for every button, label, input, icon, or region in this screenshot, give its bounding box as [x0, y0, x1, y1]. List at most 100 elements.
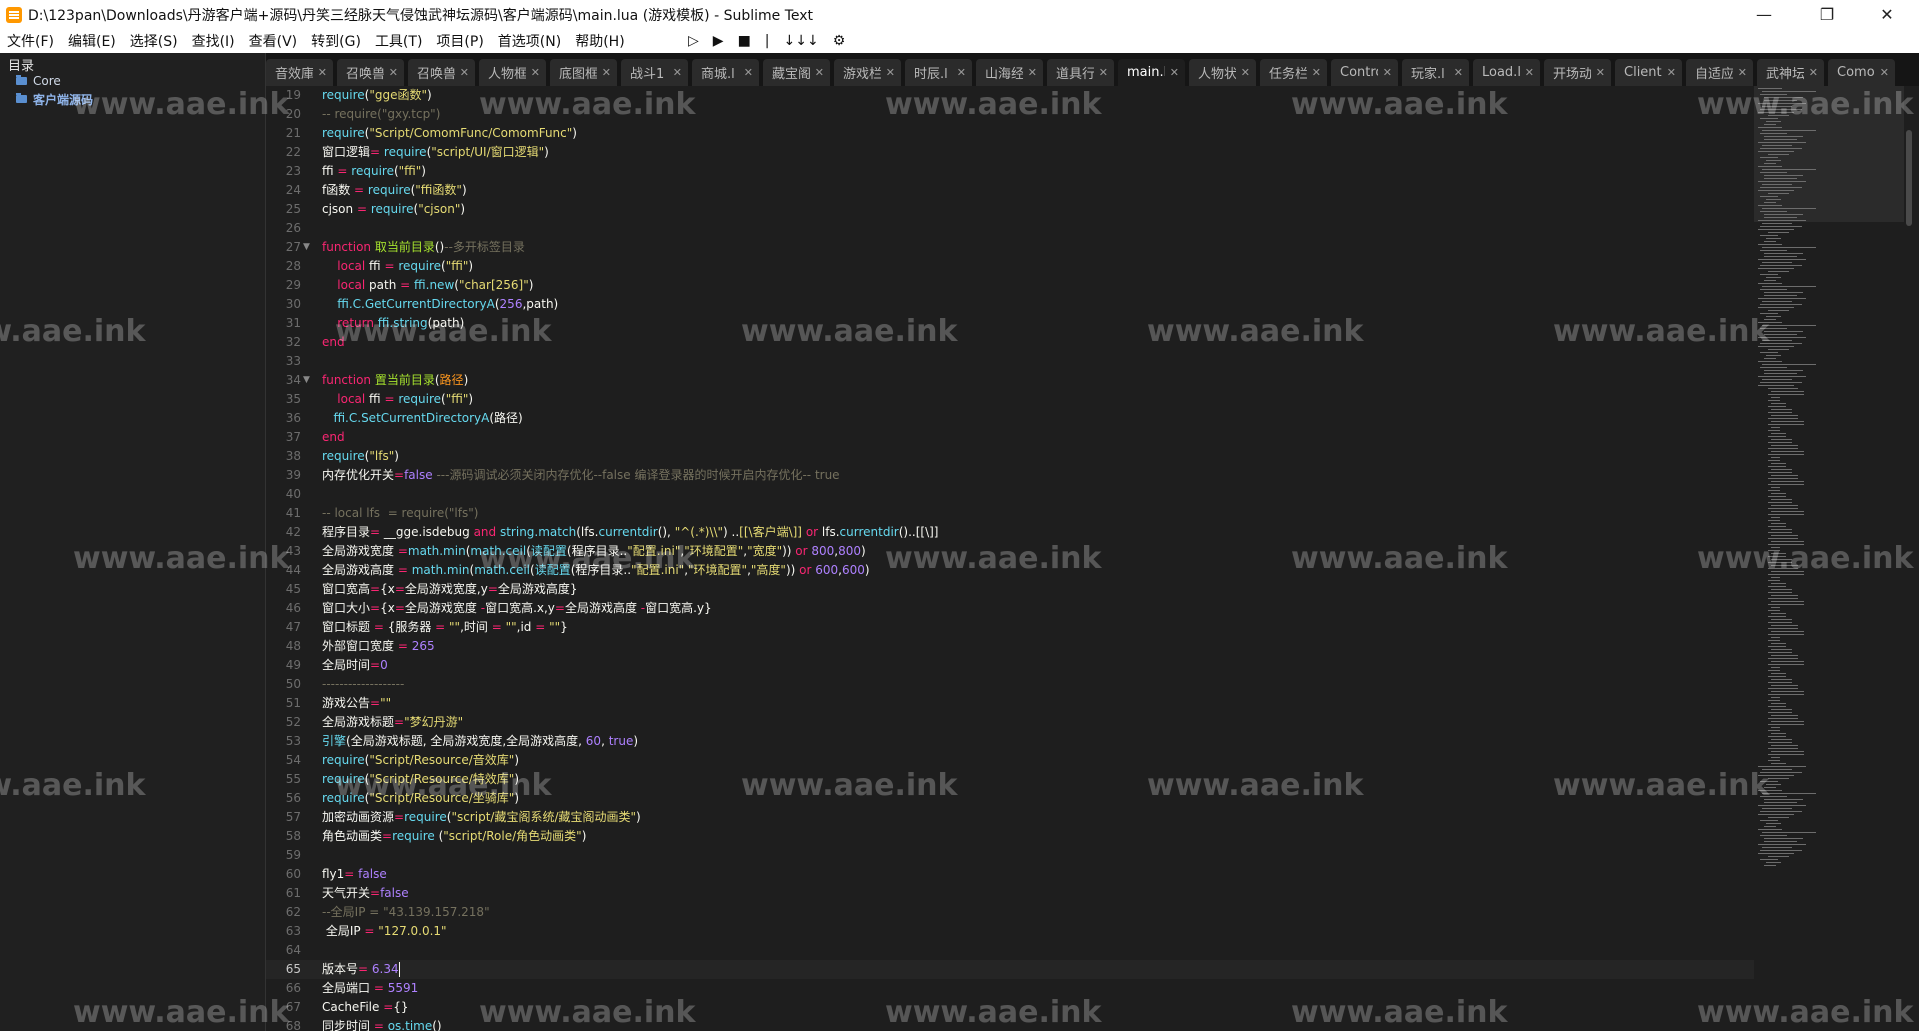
- code-line[interactable]: 42 程序目录= __gge.isdebug and string.match(l…: [266, 523, 1754, 542]
- close-icon[interactable]: ✕: [1596, 66, 1605, 79]
- tab[interactable]: 战斗1 ✕: [621, 59, 688, 86]
- code-line[interactable]: 58 角色动画类=require ("script/Role/角色动画类"): [266, 827, 1754, 846]
- code-line[interactable]: 57 加密动画资源=require("script/藏宝阁系统/藏宝阁动画类"): [266, 808, 1754, 827]
- code-line[interactable]: 27 ▼ function 取当前目录()--多开标签目录: [266, 238, 1754, 257]
- close-icon[interactable]: ✕: [1525, 66, 1534, 79]
- code-line[interactable]: 41 -- local lfs = require("lfs"): [266, 504, 1754, 523]
- tab[interactable]: 武神坛 ✕: [1757, 59, 1824, 86]
- code-line[interactable]: 38 require("lfs"): [266, 447, 1754, 466]
- close-icon[interactable]: ✕: [1099, 66, 1108, 79]
- close-icon[interactable]: ✕: [815, 66, 824, 79]
- close-icon[interactable]: ✕: [886, 66, 895, 79]
- code-line[interactable]: 23 ffi = require("ffi"): [266, 162, 1754, 181]
- tab[interactable]: 召唤兽 ✕: [408, 59, 475, 86]
- tab[interactable]: 自适应 ✕: [1686, 59, 1753, 86]
- restore-button[interactable]: ❐: [1804, 0, 1850, 29]
- menu-item-8[interactable]: 首选项(N): [491, 31, 568, 51]
- tab[interactable]: 山海经 ✕: [976, 59, 1043, 86]
- code-line[interactable]: 64: [266, 941, 1754, 960]
- close-icon[interactable]: ✕: [1241, 66, 1250, 79]
- minimize-button[interactable]: —: [1741, 0, 1787, 29]
- tab[interactable]: 底图框 ✕: [550, 59, 617, 86]
- tab[interactable]: 召唤兽 ✕: [337, 59, 404, 86]
- close-icon[interactable]: ✕: [460, 66, 469, 79]
- code-line[interactable]: 50 -------------------: [266, 675, 1754, 694]
- code-line[interactable]: 21 require("Script/ComomFunc/ComomFunc"): [266, 124, 1754, 143]
- code-line[interactable]: 45 窗口宽高={x=全局游戏宽度,y=全局游戏高度}: [266, 580, 1754, 599]
- code-line[interactable]: 39 内存优化开关=false ---源码调试必须关闭内存优化--false 编译…: [266, 466, 1754, 485]
- close-icon[interactable]: ✕: [318, 66, 327, 79]
- code-line[interactable]: 53 引擎(全局游戏标题, 全局游戏宽度,全局游戏高度, 60, true): [266, 732, 1754, 751]
- close-icon[interactable]: ✕: [1170, 66, 1179, 79]
- play-icon[interactable]: ▶: [713, 33, 724, 49]
- menu-item-2[interactable]: 选择(S): [123, 31, 185, 51]
- menu-item-7[interactable]: 项目(P): [429, 31, 490, 51]
- vertical-scrollbar[interactable]: [1906, 130, 1912, 226]
- code-line[interactable]: 26: [266, 219, 1754, 238]
- close-icon[interactable]: ✕: [1667, 66, 1676, 79]
- menu-item-3[interactable]: 查找(I): [185, 31, 242, 51]
- close-icon[interactable]: ✕: [602, 66, 611, 79]
- close-icon[interactable]: ✕: [957, 66, 966, 79]
- code-line[interactable]: 48 外部窗口宽度 = 265: [266, 637, 1754, 656]
- code-line[interactable]: 51 游戏公告="": [266, 694, 1754, 713]
- tab[interactable]: 藏宝阁 ✕: [763, 59, 830, 86]
- close-icon[interactable]: ✕: [1383, 66, 1392, 79]
- tab[interactable]: 任务栏 ✕: [1260, 59, 1327, 86]
- close-button[interactable]: ✕: [1864, 0, 1910, 29]
- code-line[interactable]: 24 f函数 = require("ffi函数"): [266, 181, 1754, 200]
- tab[interactable]: 玩家.l ✕: [1402, 59, 1469, 86]
- code-line[interactable]: 61 天气开关=false: [266, 884, 1754, 903]
- menu-item-1[interactable]: 编辑(E): [61, 31, 123, 51]
- tab[interactable]: 游戏栏 ✕: [834, 59, 901, 86]
- tab[interactable]: 人物状 ✕: [1189, 59, 1256, 86]
- menu-item-9[interactable]: 帮助(H): [568, 31, 631, 51]
- code-line[interactable]: 52 全局游戏标题="梦幻丹游": [266, 713, 1754, 732]
- step-icon[interactable]: ↓↓↓: [784, 33, 819, 49]
- code-line[interactable]: 35 local ffi = require("ffi"): [266, 390, 1754, 409]
- close-icon[interactable]: ✕: [1738, 66, 1747, 79]
- fold-arrow-icon[interactable]: ▼: [303, 371, 310, 390]
- code-line[interactable]: 33: [266, 352, 1754, 371]
- stop-icon[interactable]: ■: [738, 33, 751, 49]
- tab[interactable]: 开场动 ✕: [1544, 59, 1611, 86]
- code-line[interactable]: 25 cjson = require("cjson"): [266, 200, 1754, 219]
- code-line[interactable]: 29 local path = ffi.new("char[256]"): [266, 276, 1754, 295]
- code-line[interactable]: 60 fly1= false: [266, 865, 1754, 884]
- code-line[interactable]: 40: [266, 485, 1754, 504]
- close-icon[interactable]: ✕: [1809, 66, 1818, 79]
- tab[interactable]: Load.lu ✕: [1473, 59, 1540, 86]
- close-icon[interactable]: ✕: [1028, 66, 1037, 79]
- close-icon[interactable]: ✕: [744, 66, 753, 79]
- code-line[interactable]: 65 版本号= 6.34: [266, 960, 1754, 979]
- close-icon[interactable]: ✕: [1454, 66, 1463, 79]
- tab[interactable]: 人物框 ✕: [479, 59, 546, 86]
- close-icon[interactable]: ✕: [1312, 66, 1321, 79]
- code-line[interactable]: 28 local ffi = require("ffi"): [266, 257, 1754, 276]
- code-line[interactable]: 47 窗口标题 = {服务器 = "",时间 = "",id = ""}: [266, 618, 1754, 637]
- code-line[interactable]: 46 窗口大小={x=全局游戏宽度 -窗口宽高.x,y=全局游戏高度 -窗口宽高.…: [266, 599, 1754, 618]
- tab[interactable]: Comom ✕: [1828, 59, 1895, 86]
- menu-item-6[interactable]: 工具(T): [368, 31, 429, 51]
- code-line[interactable]: 37 end: [266, 428, 1754, 447]
- menu-item-5[interactable]: 转到(G): [304, 31, 368, 51]
- tab[interactable]: 时辰.l ✕: [905, 59, 972, 86]
- code-line[interactable]: 49 全局时间=0: [266, 656, 1754, 675]
- code-line[interactable]: 59: [266, 846, 1754, 865]
- code-line[interactable]: 36 ffi.C.SetCurrentDirectoryA(路径): [266, 409, 1754, 428]
- tab[interactable]: Client. ✕: [1615, 59, 1682, 86]
- code-line[interactable]: 62 --全局IP = "43.139.157.218": [266, 903, 1754, 922]
- settings-icon[interactable]: ⚙: [833, 33, 846, 49]
- close-icon[interactable]: ✕: [673, 66, 682, 79]
- tab[interactable]: main.lu ✕: [1118, 59, 1185, 86]
- menu-item-4[interactable]: 查看(V): [242, 31, 305, 51]
- code-line[interactable]: 22 窗口逻辑= require("script/UI/窗口逻辑"): [266, 143, 1754, 162]
- close-icon[interactable]: ✕: [389, 66, 398, 79]
- tab[interactable]: 音效庫 ✕: [266, 59, 333, 86]
- fold-arrow-icon[interactable]: ▼: [303, 238, 310, 257]
- code-line[interactable]: 30 ffi.C.GetCurrentDirectoryA(256,path): [266, 295, 1754, 314]
- tab[interactable]: 商城.l ✕: [692, 59, 759, 86]
- tab[interactable]: Contro ✕: [1331, 59, 1398, 86]
- close-icon[interactable]: ✕: [531, 66, 540, 79]
- code-line[interactable]: 63 全局IP = "127.0.0.1": [266, 922, 1754, 941]
